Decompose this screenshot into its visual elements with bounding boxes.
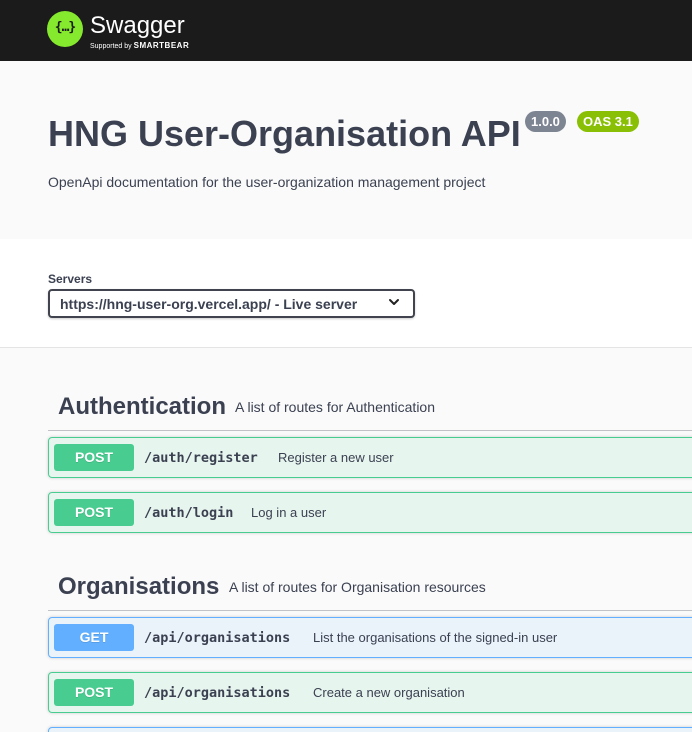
version-badge: 1.0.0 — [525, 111, 566, 132]
server-select[interactable]: https://hng-user-org.vercel.app/ - Live … — [48, 289, 415, 318]
operation-post-api-organisations[interactable]: POST /api/organisations Create a new org… — [48, 672, 692, 713]
tag-organisations[interactable]: Organisations A list of routes for Organ… — [48, 549, 692, 611]
servers-label: Servers — [48, 272, 93, 286]
operation-post-auth-login[interactable]: POST /auth/login Log in a user — [48, 492, 692, 533]
method-badge: GET — [54, 624, 134, 651]
brand-sub-prefix: Supported by — [90, 43, 132, 50]
servers-section: Servers https://hng-user-org.vercel.app/… — [0, 239, 692, 348]
logo-glyph: {…} — [54, 20, 76, 35]
topbar: {…} Swagger Supported by SMARTBEAR — [0, 0, 692, 61]
chevron-down-icon — [389, 299, 399, 305]
operation-summary: Create a new organisation — [313, 685, 465, 700]
api-title: HNG User-Organisation API — [48, 113, 521, 154]
method-badge: POST — [54, 499, 134, 526]
api-info: HNG User-Organisation API 1.0.0 OAS 3.1 … — [0, 61, 692, 239]
operation-get-api-organisations[interactable]: GET /api/organisations List the organisa… — [48, 617, 692, 658]
tag-name: Authentication — [58, 393, 226, 420]
operation-post-auth-register[interactable]: POST /auth/register Register a new user — [48, 437, 692, 478]
method-badge: POST — [54, 679, 134, 706]
brand-name[interactable]: Swagger — [90, 12, 185, 40]
swagger-logo-icon[interactable]: {…} — [47, 11, 83, 47]
server-select-value: https://hng-user-org.vercel.app/ - Live … — [60, 296, 358, 312]
operation-summary: Register a new user — [278, 450, 394, 465]
tag-description: A list of routes for Organisation resour… — [229, 579, 486, 595]
brand-subtitle: Supported by SMARTBEAR — [90, 42, 189, 51]
method-badge: POST — [54, 444, 134, 471]
operation-path: /api/organisations — [144, 685, 291, 701]
api-description: OpenApi documentation for the user-organ… — [48, 174, 486, 190]
operation-summary: List the organisations of the signed-in … — [313, 630, 558, 645]
operation-path: /auth/login — [144, 505, 234, 521]
tag-name: Organisations — [58, 573, 220, 600]
operation-summary: Log in a user — [251, 505, 327, 520]
operation-partial[interactable] — [48, 727, 692, 732]
tag-authentication[interactable]: Authentication A list of routes for Auth… — [48, 369, 692, 431]
oas-badge: OAS 3.1 — [577, 111, 639, 132]
operation-path: /api/organisations — [144, 630, 291, 646]
tag-description: A list of routes for Authentication — [235, 399, 436, 415]
brand-sub-company: SMARTBEAR — [133, 41, 190, 50]
operation-path: /auth/register — [144, 450, 258, 466]
